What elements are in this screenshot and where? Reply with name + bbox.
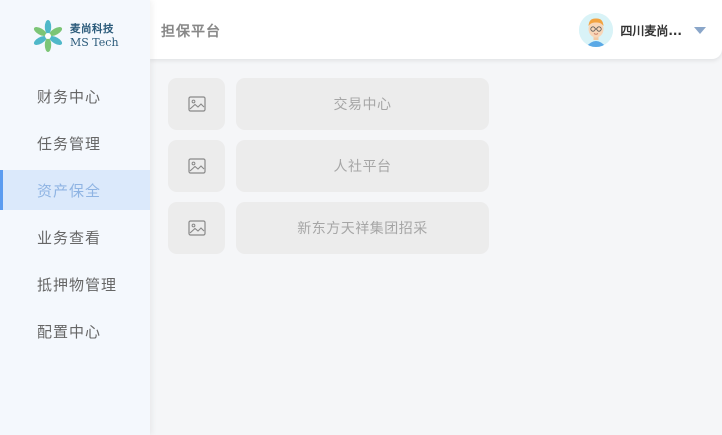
side-menu: 财务中心 任务管理 资产保全 业务查看 抵押物管理 配置中心	[0, 76, 150, 358]
image-placeholder-icon	[187, 158, 206, 174]
menu-item-business-view[interactable]: 业务查看	[0, 217, 150, 257]
brand-logo[interactable]: 麦尚科技 MS Tech	[30, 18, 130, 54]
platform-thumbnail[interactable]	[168, 140, 225, 192]
platform-row: 新东方天祥集团招采	[168, 202, 489, 254]
chevron-down-icon[interactable]	[694, 26, 706, 34]
platform-button-procurement[interactable]: 新东方天祥集团招采	[236, 202, 489, 254]
platform-button-trading-center[interactable]: 交易中心	[236, 78, 489, 130]
platform-button-social-security[interactable]: 人社平台	[236, 140, 489, 192]
brand-name-en: MS Tech	[70, 36, 119, 49]
menu-item-finance-center[interactable]: 财务中心	[0, 76, 150, 116]
platform-thumbnail[interactable]	[168, 202, 225, 254]
image-placeholder-icon	[187, 220, 206, 236]
menu-item-task-management[interactable]: 任务管理	[0, 123, 150, 163]
platform-thumbnail[interactable]	[168, 78, 225, 130]
flower-logo-icon	[33, 20, 63, 52]
platform-row: 交易中心	[168, 78, 489, 130]
menu-item-collateral-management[interactable]: 抵押物管理	[0, 264, 150, 304]
brand-name-cn: 麦尚科技	[70, 23, 114, 35]
user-menu[interactable]: 四川麦尚...	[579, 13, 706, 47]
image-placeholder-icon	[187, 96, 206, 112]
top-header: 担保平台 四川麦尚...	[150, 0, 722, 59]
avatar[interactable]	[579, 13, 614, 47]
user-avatar-icon	[579, 13, 614, 47]
menu-item-config-center[interactable]: 配置中心	[0, 311, 150, 351]
page-title: 担保平台	[161, 24, 221, 40]
user-name: 四川麦尚...	[620, 23, 682, 38]
sidebar: 麦尚科技 MS Tech 财务中心 任务管理 资产保全 业务查看 抵押物管理 配…	[0, 0, 150, 435]
platform-row: 人社平台	[168, 140, 489, 192]
menu-item-asset-preservation[interactable]: 资产保全	[0, 170, 150, 210]
main-content: 交易中心 人社平台 新东方天祥集团招采	[150, 59, 722, 435]
